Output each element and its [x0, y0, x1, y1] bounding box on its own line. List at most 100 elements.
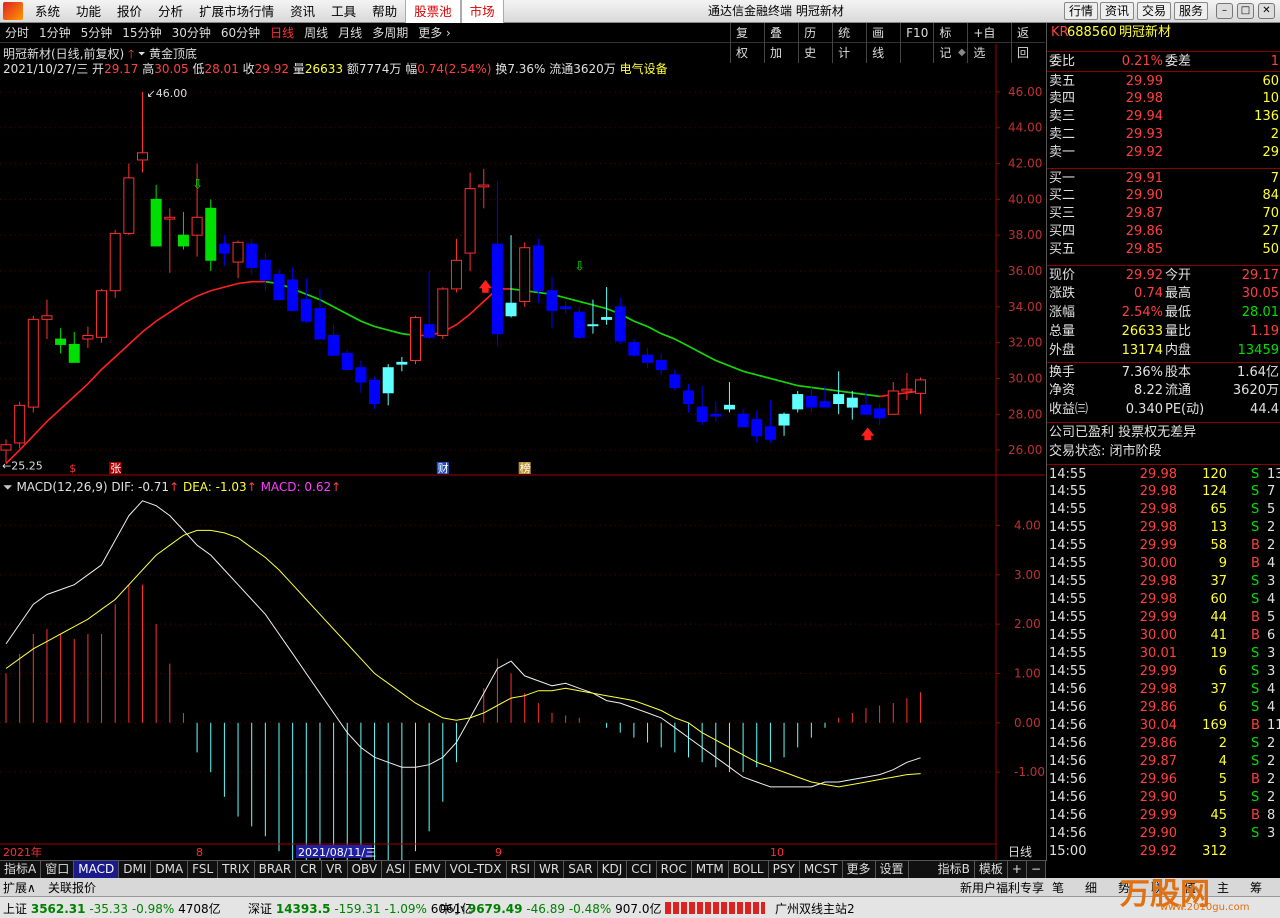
- price-tick-label: 26.00: [1008, 443, 1042, 457]
- maximize-icon[interactable]: □: [1237, 3, 1254, 19]
- indicator-tab[interactable]: ASI: [382, 861, 411, 878]
- candlestick-chart[interactable]: 46.00 44.00 42.00 40.00 38.00 36.00 34.00 32.00…: [0, 44, 1045, 476]
- macd-dea: DEA: -1.03: [182, 480, 247, 494]
- candle-body: [846, 397, 858, 408]
- tick-row: 14:55 29.99 58 B 2: [1047, 536, 1280, 555]
- indicator-tab[interactable]: DMA: [151, 861, 189, 878]
- indicator-tab[interactable]: DMI: [119, 861, 152, 878]
- index-zx[interactable]: 中小 9679.49 -46.89 -0.48% 907.0亿: [440, 900, 661, 917]
- menu-market[interactable]: 市场: [460, 0, 504, 23]
- tick-view-tab[interactable]: 主: [1217, 879, 1229, 896]
- ask-price: 29.98: [1125, 91, 1163, 106]
- indicator-tab[interactable]: 设置: [876, 861, 909, 878]
- dropdown-icon[interactable]: ⏷: [138, 47, 145, 61]
- period-tab-daily[interactable]: 日线: [265, 23, 299, 43]
- trade-button[interactable]: 交易: [1137, 2, 1172, 20]
- indicator-tab[interactable]: WR: [535, 861, 565, 878]
- event-marker: 财: [438, 461, 449, 475]
- indicator-tab[interactable]: RSI: [507, 861, 536, 878]
- indicator-tab[interactable]: MCST: [800, 861, 843, 878]
- stat-label: 收益㈢: [1049, 402, 1089, 417]
- period-tab[interactable]: 5分钟: [76, 23, 118, 43]
- zoom-out-icon[interactable]: −: [1027, 861, 1046, 878]
- indicator-tab[interactable]: KDJ: [598, 861, 628, 878]
- indicator-tab[interactable]: EMV: [410, 861, 446, 878]
- tick-row: 14:56 30.04 169 B 11: [1047, 716, 1280, 735]
- candle-body: [546, 290, 558, 311]
- tick-view-tab[interactable]: 细: [1085, 879, 1097, 896]
- new-user-promo[interactable]: 新用户福利专享: [960, 879, 1044, 896]
- menu-function[interactable]: 功能: [68, 0, 109, 23]
- tick-side: S: [1251, 700, 1260, 715]
- menu-tools[interactable]: 工具: [323, 0, 364, 23]
- indicator-b-tab[interactable]: 指标B: [934, 861, 975, 878]
- period-tab[interactable]: 30分钟: [167, 23, 216, 43]
- index-sh[interactable]: 上证 3562.31 -35.33 -0.98% 4708亿: [3, 900, 221, 917]
- quote-button[interactable]: 行情: [1064, 2, 1099, 20]
- indicator-tab[interactable]: VR: [322, 861, 348, 878]
- ask-volume: 29: [1262, 145, 1279, 160]
- indicator-tab[interactable]: VOL-TDX: [446, 861, 507, 878]
- period-tab[interactable]: 60分钟: [216, 23, 265, 43]
- period-tab[interactable]: 15分钟: [117, 23, 166, 43]
- indicator-tab[interactable]: MTM: [692, 861, 729, 878]
- menu-info[interactable]: 资讯: [282, 0, 323, 23]
- indicator-tab[interactable]: BRAR: [255, 861, 297, 878]
- tick-view-tab[interactable]: 笔: [1052, 879, 1064, 896]
- macd-dropdown-icon[interactable]: ⏷: [3, 480, 13, 494]
- service-button[interactable]: 服务: [1174, 2, 1209, 20]
- menu-system[interactable]: 系统: [27, 0, 68, 23]
- stat-value: 13174: [1121, 343, 1163, 358]
- indicator-tab[interactable]: CCI: [627, 861, 657, 878]
- indicator-b-tab[interactable]: 模板: [975, 861, 1008, 878]
- menu-quote[interactable]: 报价: [109, 0, 150, 23]
- menu-stockpool[interactable]: 股票池: [405, 0, 461, 23]
- zoom-in-icon[interactable]: +: [1008, 861, 1027, 878]
- stat-value: 1.64亿: [1237, 365, 1279, 380]
- period-more[interactable]: 更多 ›: [413, 23, 456, 43]
- ext-toggle[interactable]: 扩展∧: [3, 879, 36, 896]
- candle-body: [109, 232, 121, 292]
- tick-row: 14:56 29.96 5 B 2: [1047, 770, 1280, 789]
- stat2-row: 净资 8.22 流通 3620万: [1047, 381, 1280, 400]
- candle-body: [478, 184, 490, 188]
- indicator-tab[interactable]: 窗口: [41, 861, 75, 878]
- up-arrow-icon: 🡅: [861, 428, 875, 443]
- macd-chart[interactable]: 4.00 3.00 2.00 1.00 0.00 -1.00 2021年 8 2021/08/1…: [0, 476, 1045, 860]
- indicator-tab[interactable]: MACD: [74, 861, 120, 878]
- indicator-tab[interactable]: SAR: [564, 861, 598, 878]
- indicator-name[interactable]: 黄金顶底: [149, 47, 197, 61]
- indicator-tab[interactable]: TRIX: [218, 861, 255, 878]
- period-tab[interactable]: 分时: [0, 23, 34, 43]
- indicator-tab[interactable]: OBV: [348, 861, 383, 878]
- macd-dif: DIF: -0.71: [111, 480, 170, 494]
- indicator-tab[interactable]: PSY: [769, 861, 800, 878]
- period-tab[interactable]: 多周期: [367, 23, 413, 43]
- indicator-tab[interactable]: 指标A: [0, 861, 42, 878]
- menu-help[interactable]: 帮助: [364, 0, 405, 23]
- x-period-label: 日线: [1008, 845, 1032, 859]
- wb-value: 0.21%: [1121, 54, 1163, 69]
- menu-analysis[interactable]: 分析: [150, 0, 191, 23]
- period-tab[interactable]: 1分钟: [34, 23, 76, 43]
- minimize-icon[interactable]: –: [1216, 3, 1233, 19]
- close-icon[interactable]: ✕: [1258, 3, 1275, 19]
- tick-time: 14:56: [1049, 754, 1087, 769]
- indicator-tab[interactable]: BOLL: [729, 861, 769, 878]
- indicator-tab[interactable]: 更多: [843, 861, 876, 878]
- ma-line-down: [756, 374, 771, 380]
- menu-ext-market[interactable]: 扩展市场行情: [191, 0, 282, 23]
- collapse-icon[interactable]: ◆: [958, 47, 966, 58]
- indicator-tab[interactable]: FSL: [188, 861, 219, 878]
- wb-label: 委比: [1049, 54, 1076, 69]
- related-quotes[interactable]: 关联报价: [48, 879, 96, 896]
- stat-value: 1.19: [1250, 324, 1279, 339]
- indicator-tab[interactable]: CR: [296, 861, 322, 878]
- arrow-up-icon: ↑: [331, 480, 342, 494]
- news-button[interactable]: 资讯: [1100, 2, 1135, 20]
- tick-view-tab[interactable]: 筹: [1250, 879, 1262, 896]
- period-tab[interactable]: 月线: [333, 23, 367, 43]
- ma-line-down: [688, 345, 703, 355]
- period-tab[interactable]: 周线: [299, 23, 333, 43]
- indicator-tab[interactable]: ROC: [657, 861, 692, 878]
